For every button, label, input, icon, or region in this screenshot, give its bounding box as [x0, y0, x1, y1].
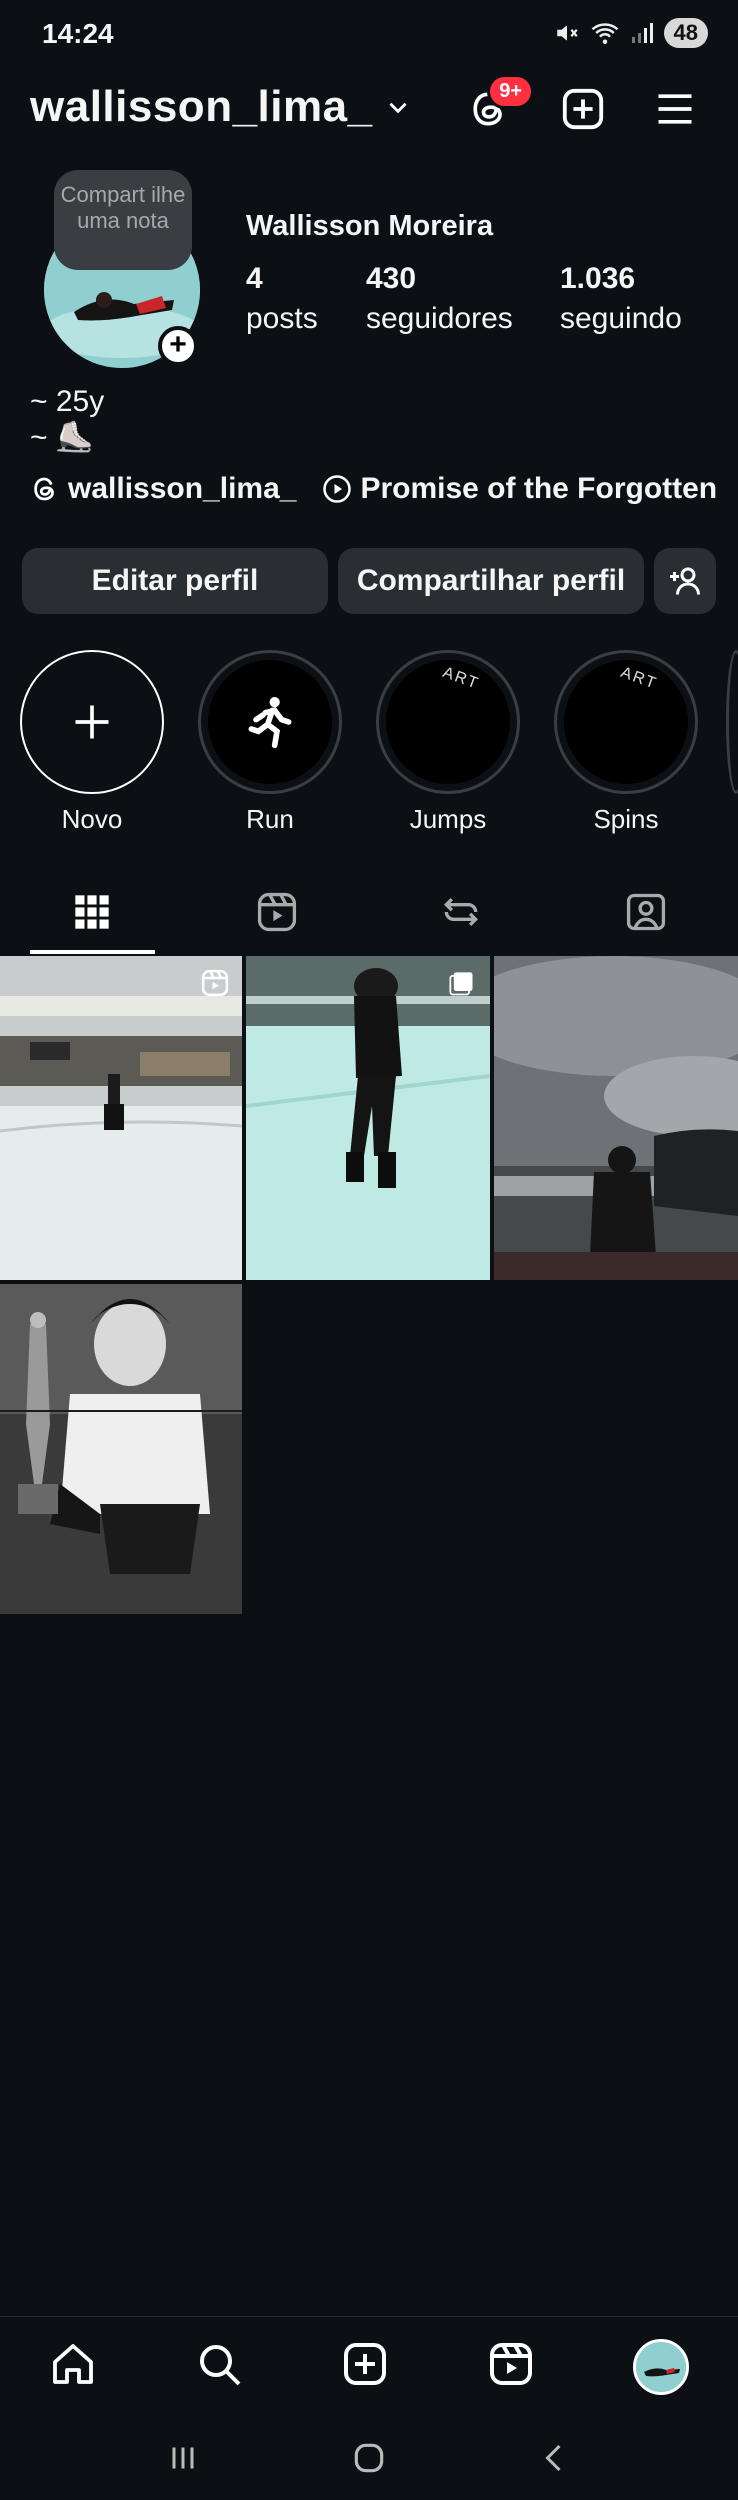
battery-indicator: 48 — [663, 18, 708, 48]
status-bar: 14:24 48 — [0, 0, 738, 70]
stat-value: 4 — [246, 262, 263, 295]
grid-icon — [75, 895, 109, 929]
highlight-label: Novo — [61, 804, 123, 834]
stat-followers[interactable]: 430 seguidores — [366, 262, 513, 336]
tab-reposts[interactable] — [369, 870, 554, 954]
stat-value: 430 — [366, 262, 417, 295]
highlight-cover — [208, 660, 332, 784]
highlight-label: Jumps — [409, 804, 487, 834]
reels-icon — [257, 892, 296, 932]
highlight-new[interactable]: Novo — [20, 650, 164, 835]
tab-reels[interactable] — [185, 870, 370, 954]
hamburger-menu-icon — [658, 94, 692, 124]
add-person-icon — [670, 567, 700, 595]
stat-following[interactable]: 1.036 seguindo — [560, 262, 682, 336]
post-thumbnail-2[interactable] — [246, 956, 490, 1280]
post-image — [494, 956, 738, 1280]
post-image — [0, 1284, 242, 1614]
share-profile-label: Compartilhar perfil — [356, 564, 626, 597]
post-thumbnail-4[interactable] — [0, 1284, 242, 1614]
highlight-partial[interactable] — [726, 650, 738, 794]
chevron-down-icon — [388, 102, 407, 114]
post-thumbnail-3[interactable] — [494, 956, 738, 1280]
highlight-jumps[interactable]: ART Jumps — [376, 650, 520, 835]
music-link[interactable]: Promise of the Forgotten — [322, 472, 717, 506]
create-post-button[interactable] — [556, 82, 610, 136]
highlight-cover: ART — [564, 660, 688, 784]
system-navigation — [0, 2416, 738, 2500]
menu-button[interactable] — [648, 82, 702, 136]
share-profile-button[interactable]: Compartilhar perfil — [338, 548, 644, 614]
back-icon[interactable] — [537, 2440, 573, 2476]
bio-line: ~ ⛸️ — [30, 421, 94, 454]
discover-people-button[interactable] — [654, 548, 716, 614]
threads-button[interactable]: 9+ — [462, 74, 534, 136]
tagged-icon — [626, 893, 665, 931]
highlight-ring: ART — [554, 650, 698, 794]
stat-label: posts — [246, 302, 318, 335]
reel-indicator-icon — [201, 969, 229, 997]
running-person-icon — [248, 697, 292, 749]
highlight-label: Run — [246, 804, 294, 834]
plus-icon — [75, 705, 109, 739]
highlight-ring: ART — [376, 650, 520, 794]
tab-tagged[interactable] — [554, 870, 738, 954]
notification-badge: 9+ — [487, 74, 534, 109]
nav-search[interactable] — [195, 2340, 243, 2393]
mute-icon — [556, 25, 578, 41]
home-icon — [53, 2344, 93, 2384]
bio: ~ 25y ~ ⛸️ — [30, 384, 104, 456]
status-icons: 48 — [554, 18, 708, 48]
search-icon — [200, 2345, 241, 2386]
home-button-icon[interactable] — [350, 2439, 388, 2477]
play-circle-icon — [323, 475, 352, 503]
plus-square-icon — [562, 88, 604, 130]
highlight-cover: ART — [386, 660, 510, 784]
profile-header: wallisson_lima_ 9+ — [0, 70, 738, 150]
full-name: Wallisson Moreira — [246, 210, 494, 242]
highlight-ring — [20, 650, 164, 794]
post-thumbnail-1[interactable] — [0, 956, 242, 1280]
stat-label: seguindo — [560, 302, 682, 335]
username-label: wallisson_lima_ — [30, 82, 373, 131]
reels-icon — [490, 2343, 532, 2385]
recent-apps-icon[interactable] — [165, 2440, 201, 2476]
reposts-icon — [444, 897, 479, 927]
bottom-navigation — [0, 2316, 738, 2416]
nav-reels[interactable] — [487, 2340, 535, 2393]
music-title: Promise of the Forgotten — [360, 472, 718, 505]
bio-line: ~ 25y — [30, 385, 105, 418]
post-image — [0, 956, 242, 1280]
edit-profile-button[interactable]: Editar perfil — [22, 548, 328, 614]
edit-profile-label: Editar perfil — [91, 564, 259, 597]
stat-label: seguidores — [366, 302, 513, 335]
threads-handle: wallisson_lima_ — [68, 472, 297, 505]
highlight-label: Spins — [593, 804, 659, 834]
nav-profile[interactable] — [633, 2338, 689, 2395]
profile-links: wallisson_lima_ Promise of the Forgotten — [30, 472, 717, 506]
tab-posts-grid[interactable] — [0, 870, 185, 954]
account-switcher[interactable]: wallisson_lima_ — [30, 82, 411, 132]
threads-icon — [34, 477, 54, 501]
status-time: 14:24 — [42, 18, 114, 49]
highlight-ring — [198, 650, 342, 794]
highlight-run[interactable]: Run — [198, 650, 342, 835]
post-image — [246, 956, 490, 1280]
create-icon — [344, 2343, 386, 2385]
wifi-icon — [591, 23, 618, 44]
signal-icon — [631, 23, 653, 43]
art-text: ART — [440, 664, 482, 693]
add-story-button[interactable]: + — [158, 326, 198, 366]
stat-value: 1.036 — [560, 262, 636, 295]
threads-link[interactable]: wallisson_lima_ — [30, 472, 296, 506]
nav-create[interactable] — [341, 2340, 389, 2393]
highlight-spins[interactable]: ART Spins — [554, 650, 698, 835]
nav-home[interactable] — [49, 2340, 97, 2393]
stat-posts[interactable]: 4 posts — [246, 262, 318, 336]
carousel-indicator-icon — [449, 972, 473, 996]
profile-avatar — [636, 2341, 686, 2392]
note-bubble[interactable]: Compart ilhe uma nota — [54, 170, 192, 270]
art-text: ART — [618, 664, 660, 693]
profile-tabs — [0, 870, 738, 954]
